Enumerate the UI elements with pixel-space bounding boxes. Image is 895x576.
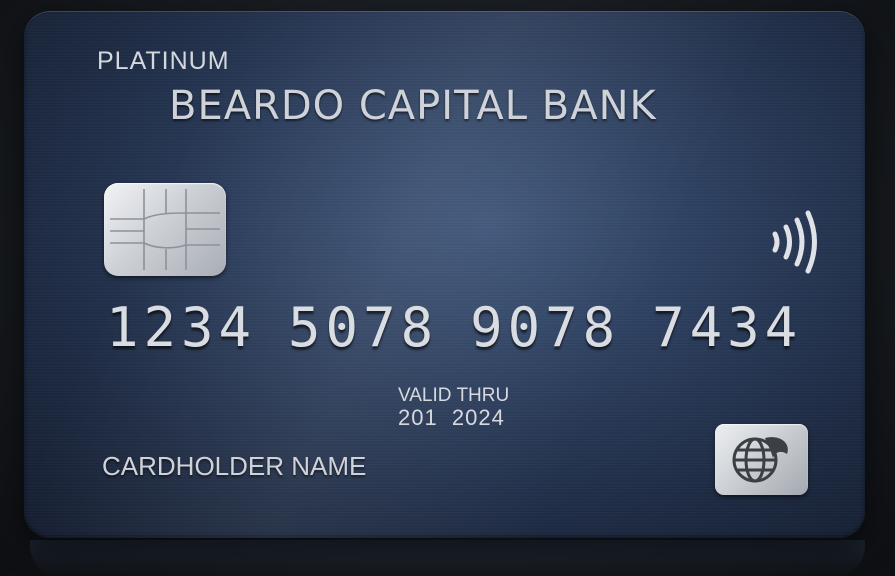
card-number-group-3: 9078 — [470, 296, 621, 359]
card-number: 1234 5078 9078 7434 — [106, 296, 802, 359]
globe-network-logo-icon — [715, 424, 808, 495]
card-tier-label: PLATINUM — [97, 47, 230, 75]
screen: PLATINUM BEARDO CAPITAL BANK 1234 5078 9… — [0, 0, 895, 576]
credit-card: PLATINUM BEARDO CAPITAL BANK 1234 5078 9… — [24, 11, 865, 538]
card-number-group-1: 1234 — [106, 296, 257, 359]
card-reflection — [30, 540, 865, 576]
emv-chip-icon — [104, 183, 226, 276]
cardholder-name: CARDHOLDER NAME — [102, 451, 367, 481]
valid-thru-value: 201 2024 — [398, 405, 505, 430]
valid-thru-label: VALID THRU — [398, 385, 510, 406]
contactless-icon — [769, 207, 825, 277]
card-number-group-2: 5078 — [288, 296, 439, 359]
card-number-group-4: 7434 — [652, 296, 803, 359]
bank-name: BEARDO CAPITAL BANK — [169, 83, 657, 129]
